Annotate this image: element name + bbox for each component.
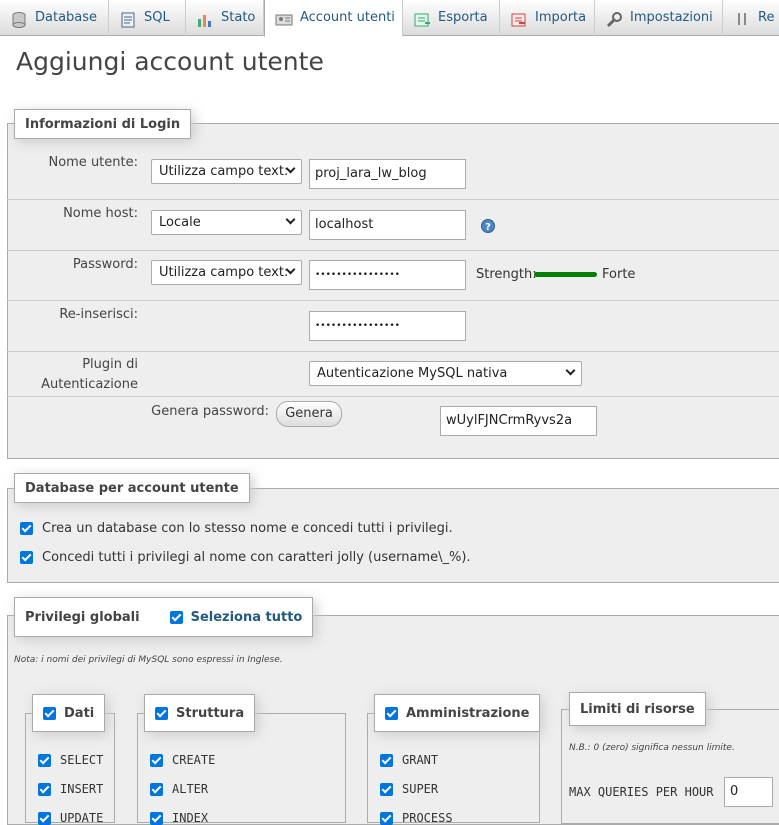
checkbox-checked[interactable] bbox=[380, 811, 393, 825]
checkbox-checked[interactable] bbox=[150, 753, 163, 767]
tab-status[interactable]: Stato bbox=[186, 0, 264, 36]
password-mode-select[interactable]: Utilizza campo text: bbox=[151, 260, 302, 285]
wrench-icon bbox=[605, 9, 623, 28]
tab-import[interactable]: Importa bbox=[500, 0, 595, 36]
checkbox-checked[interactable] bbox=[150, 811, 163, 825]
top-tab-bar: Database SQL Stato Account utenti Esport… bbox=[0, 0, 779, 37]
privilege-alter[interactable]: ALTER bbox=[150, 782, 208, 796]
page-title: Aggiungi account utente bbox=[16, 47, 324, 76]
tab-database[interactable]: Database bbox=[0, 0, 109, 36]
database-icon bbox=[10, 9, 28, 28]
tab-account-users[interactable]: Account utenti bbox=[264, 0, 403, 37]
privilege-create[interactable]: CREATE bbox=[150, 753, 215, 767]
checkbox-checked[interactable] bbox=[20, 551, 33, 564]
checkbox-checked[interactable] bbox=[38, 782, 51, 796]
generated-password-field[interactable]: wUylFJNCrmRyvs2a bbox=[440, 406, 597, 436]
username-label: Nome utente: bbox=[48, 155, 138, 170]
chevron-down-icon bbox=[285, 214, 296, 225]
privilege-select[interactable]: SELECT bbox=[38, 753, 103, 767]
tab-label: Re bbox=[758, 10, 775, 25]
select-all-checkbox[interactable] bbox=[169, 610, 183, 624]
svg-text:?: ? bbox=[485, 222, 491, 233]
select-all-label[interactable]: Seleziona tutto bbox=[191, 610, 303, 625]
tab-label: Esporta bbox=[438, 10, 488, 25]
admin-group-checkbox[interactable] bbox=[385, 706, 398, 720]
reenter-label: Re-inserisci: bbox=[59, 307, 138, 322]
limits-note: N.B.: 0 (zero) significa nessun limite. bbox=[569, 743, 735, 753]
username-mode-select[interactable]: Utilizza campo text: bbox=[151, 159, 302, 184]
strength-value: Forte bbox=[602, 267, 636, 282]
tab-label: Impostazioni bbox=[630, 10, 713, 25]
global-privileges-legend: Privilegi globali Seleziona tutto bbox=[14, 597, 314, 637]
users-icon bbox=[275, 9, 293, 27]
host-mode-select[interactable]: Locale bbox=[151, 210, 302, 235]
privilege-grant[interactable]: GRANT bbox=[380, 753, 438, 767]
sql-icon bbox=[119, 9, 137, 28]
checkbox-checked[interactable] bbox=[20, 522, 33, 535]
privilege-super[interactable]: SUPER bbox=[380, 782, 438, 796]
tab-settings[interactable]: Impostazioni bbox=[595, 0, 723, 36]
structure-group-checkbox[interactable] bbox=[155, 706, 168, 720]
max-queries-input[interactable]: 0 bbox=[724, 777, 773, 807]
auth-plugin-select[interactable]: Autenticazione MySQL nativa bbox=[309, 361, 582, 386]
admin-group-legend: Amministrazione bbox=[374, 694, 541, 732]
data-group-legend: Dati bbox=[32, 694, 106, 732]
privilege-process[interactable]: PROCESS bbox=[380, 811, 453, 825]
replication-icon bbox=[733, 9, 751, 27]
strength-label: Strength: bbox=[476, 267, 537, 282]
status-icon bbox=[196, 9, 214, 27]
host-input[interactable]: localhost bbox=[309, 210, 466, 240]
wildcard-privileges-option[interactable]: Concedi tutti i privilegi al nome con ca… bbox=[20, 550, 471, 565]
tab-label: SQL bbox=[144, 10, 170, 25]
database-legend: Database per account utente bbox=[14, 473, 250, 503]
import-icon bbox=[510, 9, 528, 27]
checkbox-checked[interactable] bbox=[380, 753, 393, 767]
privilege-update[interactable]: UPDATE bbox=[38, 811, 103, 825]
username-input[interactable]: proj_lara_lw_blog bbox=[309, 159, 466, 189]
chevron-down-icon bbox=[565, 365, 576, 376]
privileges-note: Nota: i nomi dei privilegi di MySQL sono… bbox=[14, 655, 283, 665]
strength-meter bbox=[534, 272, 597, 277]
checkbox-checked[interactable] bbox=[380, 782, 393, 796]
tab-label: Stato bbox=[221, 10, 256, 25]
tab-export[interactable]: Esporta bbox=[403, 0, 500, 36]
reenter-password-input[interactable]: •••••••••••••••• bbox=[309, 311, 466, 341]
password-input[interactable]: •••••••••••••••• bbox=[309, 260, 466, 290]
privilege-insert[interactable]: INSERT bbox=[38, 782, 103, 796]
password-label: Password: bbox=[72, 257, 138, 272]
plugin-label-line2: Autenticazione bbox=[41, 377, 138, 392]
checkbox-checked[interactable] bbox=[150, 782, 163, 796]
limits-legend: Limiti di risorse bbox=[569, 692, 706, 726]
export-icon bbox=[413, 9, 431, 27]
data-group-checkbox[interactable] bbox=[43, 706, 56, 720]
generate-password-label: Genera password: bbox=[151, 404, 269, 419]
tab-label: Account utenti bbox=[300, 10, 395, 25]
privilege-index[interactable]: INDEX bbox=[150, 811, 208, 825]
login-legend: Informazioni di Login bbox=[14, 109, 192, 139]
max-queries-label: MAX QUERIES PER HOUR bbox=[569, 785, 714, 799]
host-label: Nome host: bbox=[63, 206, 138, 221]
help-icon[interactable]: ? bbox=[481, 219, 495, 237]
checkbox-checked[interactable] bbox=[38, 753, 51, 767]
tab-sql[interactable]: SQL bbox=[109, 0, 186, 36]
tab-replication[interactable]: Re bbox=[723, 0, 779, 36]
create-database-option[interactable]: Crea un database con lo stesso nome e co… bbox=[20, 521, 453, 536]
generate-button[interactable]: Genera bbox=[276, 401, 342, 427]
tab-label: Importa bbox=[535, 10, 587, 25]
checkbox-checked[interactable] bbox=[38, 811, 51, 825]
tab-label: Database bbox=[35, 10, 98, 25]
plugin-label-line1: Plugin di bbox=[82, 357, 138, 372]
structure-group-legend: Struttura bbox=[144, 694, 256, 732]
